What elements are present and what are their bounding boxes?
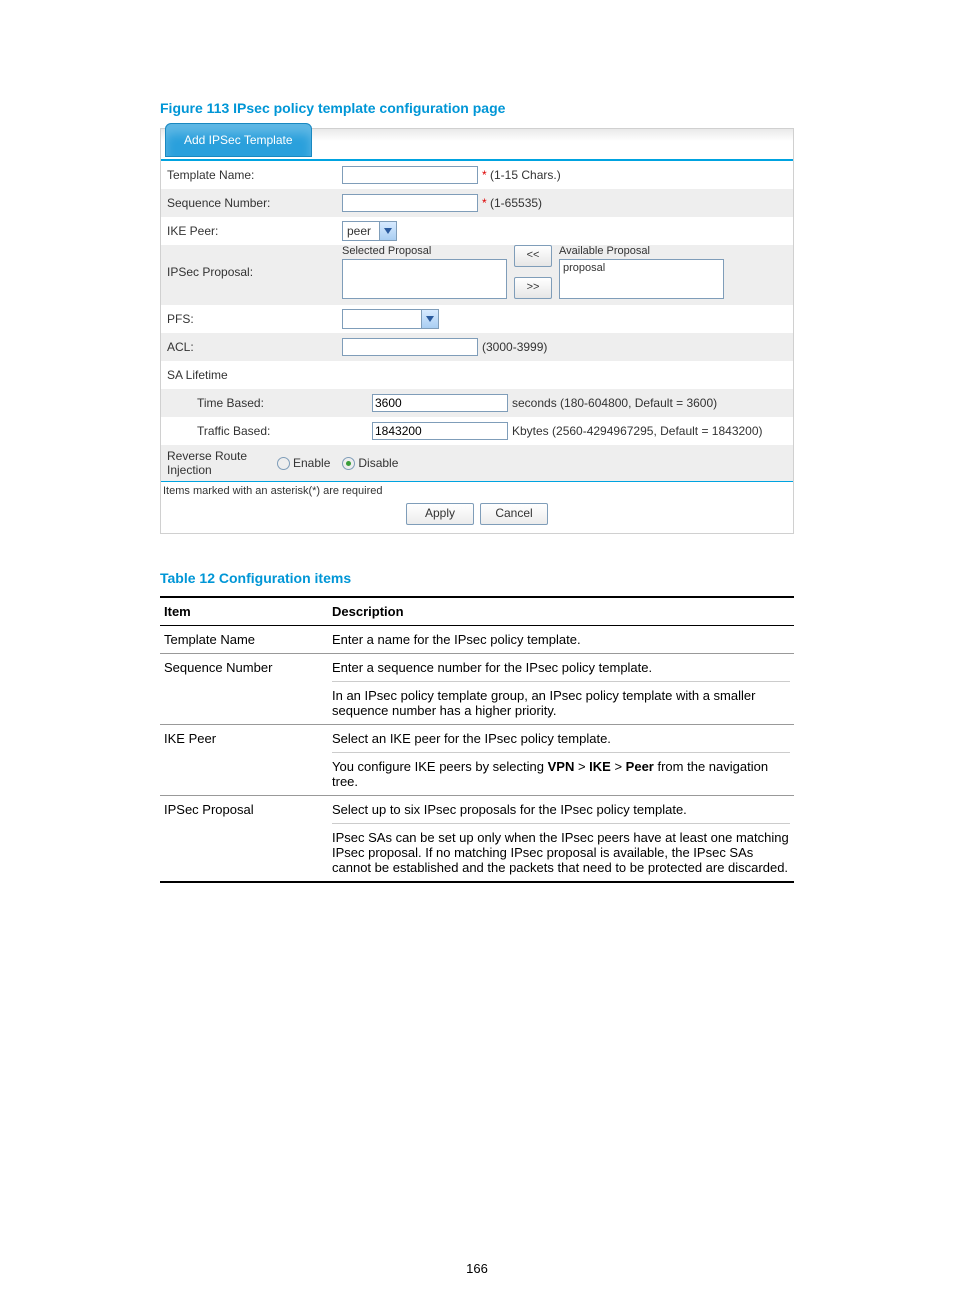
cell-desc: Enter a sequence number for the IPsec po… — [328, 654, 794, 725]
label-sequence-number: Sequence Number: — [167, 196, 342, 210]
move-buttons-col: << >> — [513, 245, 553, 299]
cell-item: Template Name — [160, 626, 328, 654]
asterisk-note: Items marked with an asterisk(*) are req… — [161, 482, 793, 497]
ike-peer-value: peer — [343, 222, 379, 240]
hint-time-based: seconds (180-604800, Default = 3600) — [512, 396, 717, 410]
row-traffic-based: Traffic Based: Kbytes (2560-4294967295, … — [161, 417, 793, 445]
row-rri: Reverse Route Injection Enable Disable — [161, 445, 793, 482]
cell-desc: Select an IKE peer for the IPsec policy … — [328, 725, 794, 796]
table-row: Sequence Number Enter a sequence number … — [160, 654, 794, 725]
label-ipsec-proposal: IPSec Proposal: — [167, 245, 342, 299]
label-selected-proposal: Selected Proposal — [342, 245, 507, 257]
th-item: Item — [160, 597, 328, 626]
table-title: Table 12 Configuration items — [160, 570, 794, 586]
required-mark: * — [482, 196, 487, 210]
row-ike-peer: IKE Peer: peer — [161, 217, 793, 245]
pfs-select[interactable] — [342, 309, 439, 329]
available-proposal-item[interactable]: proposal — [563, 262, 720, 274]
tab-row: Add IPSec Template — [161, 129, 793, 161]
tab-add-ipsec-template[interactable]: Add IPSec Template — [165, 123, 312, 157]
form-body: Template Name: * (1-15 Chars.) Sequence … — [161, 161, 793, 533]
label-ike-peer: IKE Peer: — [167, 224, 342, 238]
pfs-value — [343, 310, 421, 328]
table-row: IPSec Proposal Select up to six IPsec pr… — [160, 796, 794, 883]
rri-enable-radio[interactable]: Enable — [277, 456, 330, 470]
button-row: Apply Cancel — [161, 497, 793, 533]
label-available-proposal: Available Proposal — [559, 245, 724, 257]
required-mark: * — [482, 168, 487, 182]
cell-desc: Select up to six IPsec proposals for the… — [328, 796, 794, 883]
hint-traffic-based: Kbytes (2560-4294967295, Default = 18432… — [512, 424, 763, 438]
rri-enable-label: Enable — [293, 456, 330, 470]
apply-button[interactable]: Apply — [406, 503, 474, 525]
label-sa-lifetime: SA Lifetime — [167, 368, 342, 382]
figure-title: Figure 113 IPsec policy template configu… — [160, 100, 794, 116]
selected-proposal-col: Selected Proposal — [342, 245, 507, 299]
rri-disable-radio[interactable]: Disable — [342, 456, 398, 470]
label-traffic-based: Traffic Based: — [167, 424, 372, 438]
cell-desc: Enter a name for the IPsec policy templa… — [328, 626, 794, 654]
form-panel: Add IPSec Template Template Name: * (1-1… — [160, 128, 794, 534]
page-number: 166 — [0, 1261, 954, 1276]
row-ipsec-proposal: IPSec Proposal: Selected Proposal << >> … — [161, 245, 793, 305]
row-template-name: Template Name: * (1-15 Chars.) — [161, 161, 793, 189]
hint-acl: (3000-3999) — [482, 340, 547, 354]
cell-item: Sequence Number — [160, 654, 328, 725]
row-acl: ACL: (3000-3999) — [161, 333, 793, 361]
time-based-input[interactable] — [372, 394, 508, 412]
chevron-down-icon[interactable] — [421, 310, 438, 328]
acl-input[interactable] — [342, 338, 478, 356]
config-items-table: Item Description Template Name Enter a n… — [160, 596, 794, 883]
table-row: IKE Peer Select an IKE peer for the IPse… — [160, 725, 794, 796]
label-acl: ACL: — [167, 340, 342, 354]
move-right-button[interactable]: >> — [514, 277, 552, 299]
available-proposal-col: Available Proposal proposal — [559, 245, 724, 299]
available-proposal-list[interactable]: proposal — [559, 259, 724, 299]
chevron-down-icon[interactable] — [379, 222, 396, 240]
label-pfs: PFS: — [167, 312, 342, 326]
label-rri: Reverse Route Injection — [167, 449, 277, 477]
cancel-button[interactable]: Cancel — [480, 503, 548, 525]
label-template-name: Template Name: — [167, 168, 342, 182]
row-pfs: PFS: — [161, 305, 793, 333]
traffic-based-input[interactable] — [372, 422, 508, 440]
th-description: Description — [328, 597, 794, 626]
cell-item: IPSec Proposal — [160, 796, 328, 883]
selected-proposal-list[interactable] — [342, 259, 507, 299]
template-name-input[interactable] — [342, 166, 478, 184]
rri-disable-label: Disable — [358, 456, 398, 470]
ike-peer-select[interactable]: peer — [342, 221, 397, 241]
row-sa-lifetime-header: SA Lifetime — [161, 361, 793, 389]
row-time-based: Time Based: seconds (180-604800, Default… — [161, 389, 793, 417]
cell-item: IKE Peer — [160, 725, 328, 796]
move-left-button[interactable]: << — [514, 245, 552, 267]
hint-sequence-number: * (1-65535) — [482, 196, 542, 210]
table-row: Template Name Enter a name for the IPsec… — [160, 626, 794, 654]
row-sequence-number: Sequence Number: * (1-65535) — [161, 189, 793, 217]
label-time-based: Time Based: — [167, 396, 372, 410]
sequence-number-input[interactable] — [342, 194, 478, 212]
hint-template-name: * (1-15 Chars.) — [482, 168, 561, 182]
